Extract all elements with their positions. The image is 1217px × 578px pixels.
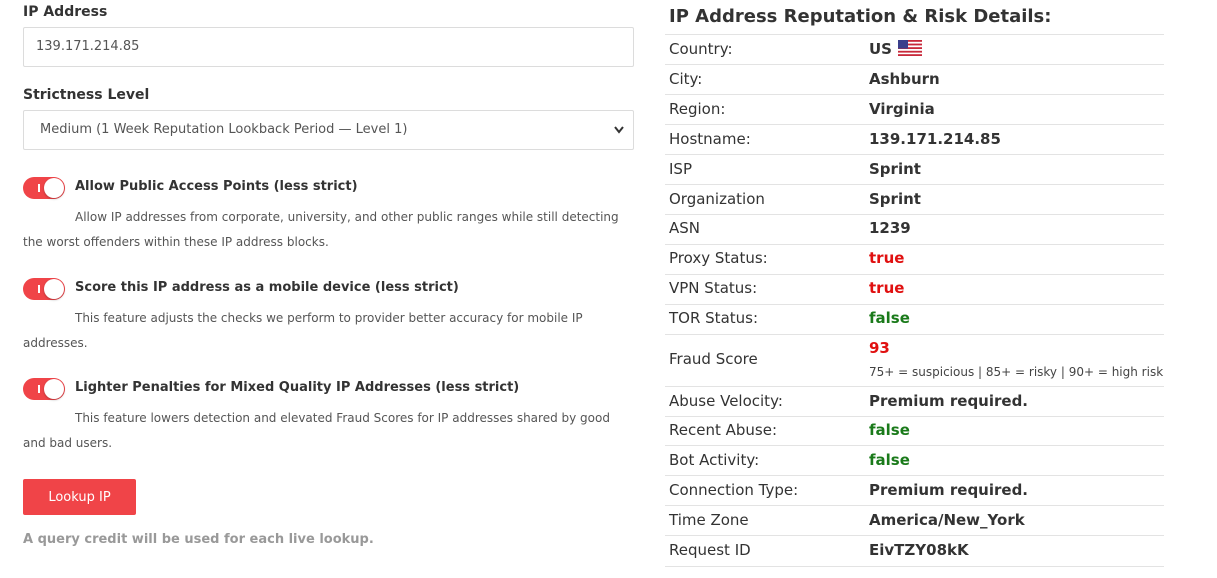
detail-row-fraud-score: Fraud Score 93 75+ = suspicious | 85+ = …	[665, 334, 1164, 386]
detail-row-tor-status: TOR Status: false	[665, 304, 1164, 334]
table-bottom-border	[665, 566, 1164, 567]
detail-key: Abuse Velocity:	[669, 392, 783, 410]
detail-value: false	[869, 451, 910, 469]
detail-row-proxy-status: Proxy Status: true	[665, 244, 1164, 274]
details-title: IP Address Reputation & Risk Details:	[669, 6, 1052, 27]
detail-value: Ashburn	[869, 70, 940, 88]
detail-value: Premium required.	[869, 481, 1029, 499]
detail-key: ISP	[669, 160, 692, 178]
detail-value: US	[869, 40, 922, 60]
detail-value: false	[869, 421, 910, 439]
option-description: This feature adjusts the checks we perfo…	[23, 311, 583, 350]
country-code: US	[869, 40, 892, 58]
detail-key: Organization	[669, 190, 765, 208]
detail-value: 1239	[869, 219, 911, 237]
detail-key: Fraud Score	[669, 350, 758, 368]
fraud-score-legend: 75+ = suspicious | 85+ = risky | 90+ = h…	[869, 365, 1164, 379]
detail-row-organization: Organization Sprint	[665, 184, 1164, 214]
detail-key: ASN	[669, 219, 701, 237]
detail-key: Recent Abuse:	[669, 421, 777, 439]
lighter-penalties-toggle[interactable]	[23, 378, 65, 400]
public-access-toggle[interactable]	[23, 177, 65, 199]
detail-value: Premium required.	[869, 392, 1029, 410]
credit-note: A query credit will be used for each liv…	[23, 532, 374, 547]
us-flag-icon	[897, 40, 922, 60]
detail-key: Bot Activity:	[669, 451, 760, 469]
strictness-label: Strictness Level	[23, 87, 150, 103]
detail-key: Time Zone	[669, 511, 749, 529]
detail-row-hostname: Hostname: 139.171.214.85	[665, 124, 1164, 154]
detail-row-abuse-velocity: Abuse Velocity: Premium required.	[665, 386, 1164, 416]
detail-key: Request ID	[669, 541, 751, 559]
detail-row-bot-activity: Bot Activity: false	[665, 445, 1164, 475]
detail-key: Proxy Status:	[669, 249, 768, 267]
detail-row-connection-type: Connection Type: Premium required.	[665, 475, 1164, 505]
detail-value: true	[869, 279, 905, 297]
option-description: This feature lowers detection and elevat…	[23, 411, 610, 450]
strictness-selected-value: Medium (1 Week Reputation Lookback Perio…	[40, 122, 408, 137]
detail-key: Region:	[669, 100, 726, 118]
detail-row-request-id: Request ID EivTZY08kK	[665, 535, 1164, 566]
mobile-device-toggle[interactable]	[23, 278, 65, 300]
option-title: Lighter Penalties for Mixed Quality IP A…	[75, 380, 520, 395]
detail-row-country: Country: US	[665, 34, 1164, 64]
option-title: Score this IP address as a mobile device…	[75, 280, 459, 295]
detail-value: EivTZY08kK	[869, 541, 969, 559]
detail-value: Sprint	[869, 160, 921, 178]
detail-value: Sprint	[869, 190, 921, 208]
detail-value: true	[869, 249, 905, 267]
detail-value: Virginia	[869, 100, 935, 118]
detail-row-region: Region: Virginia	[665, 94, 1164, 124]
ip-address-label: IP Address	[23, 4, 108, 20]
detail-value: 139.171.214.85	[869, 130, 1001, 148]
detail-value: false	[869, 309, 910, 327]
detail-row-isp: ISP Sprint	[665, 154, 1164, 184]
detail-key: Connection Type:	[669, 481, 799, 499]
strictness-select[interactable]: Medium (1 Week Reputation Lookback Perio…	[23, 110, 634, 150]
lookup-ip-button[interactable]: Lookup IP	[23, 479, 136, 515]
detail-key: TOR Status:	[669, 309, 759, 327]
option-description: Allow IP addresses from corporate, unive…	[23, 210, 619, 249]
option-title: Allow Public Access Points (less strict)	[75, 179, 358, 194]
detail-key: Country:	[669, 40, 733, 58]
detail-value: America/New_York	[869, 511, 1025, 529]
detail-row-asn: ASN 1239	[665, 214, 1164, 244]
detail-row-city: City: Ashburn	[665, 64, 1164, 94]
detail-key: City:	[669, 70, 703, 88]
detail-row-time-zone: Time Zone America/New_York	[665, 505, 1164, 535]
detail-key: Hostname:	[669, 130, 751, 148]
chevron-down-icon	[613, 111, 625, 164]
detail-row-vpn-status: VPN Status: true	[665, 274, 1164, 304]
detail-row-recent-abuse: Recent Abuse: false	[665, 416, 1164, 445]
ip-address-input[interactable]: 139.171.214.85	[23, 27, 634, 67]
fraud-score-value: 93	[869, 339, 890, 357]
detail-key: VPN Status:	[669, 279, 758, 297]
